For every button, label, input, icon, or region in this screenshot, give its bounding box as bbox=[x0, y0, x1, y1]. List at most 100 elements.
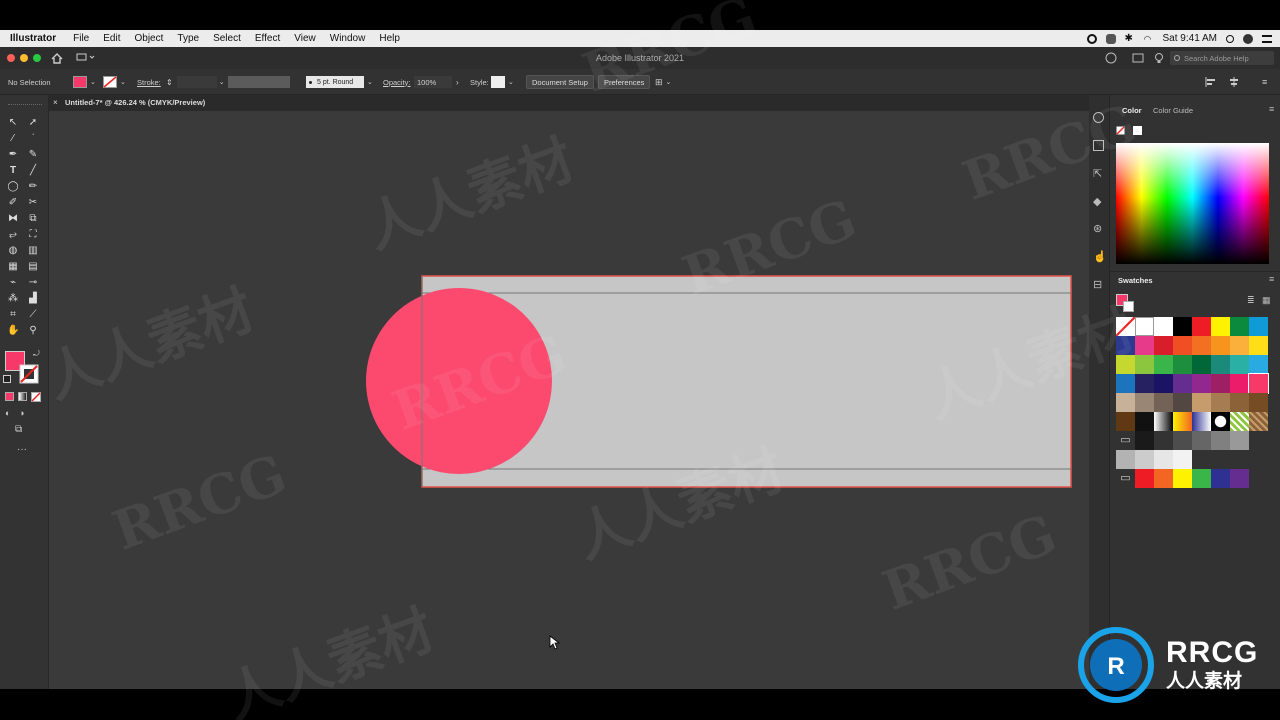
swatch[interactable] bbox=[1249, 317, 1268, 336]
zoom-tool-icon[interactable]: ⚲ bbox=[27, 325, 39, 337]
tab-color[interactable]: Color bbox=[1122, 106, 1142, 115]
swatch-registration[interactable] bbox=[1135, 317, 1154, 336]
opacity-value[interactable]: 100% bbox=[414, 76, 452, 88]
swatch[interactable] bbox=[1192, 317, 1211, 336]
curvature-tool-icon[interactable]: ✎ bbox=[27, 149, 39, 161]
swatch[interactable] bbox=[1230, 374, 1249, 393]
menu-effect[interactable]: Effect bbox=[248, 33, 287, 44]
swatch-gradient[interactable] bbox=[1211, 412, 1230, 431]
stroke-color-box-none[interactable] bbox=[19, 364, 39, 384]
variable-width-profile[interactable] bbox=[228, 75, 290, 89]
graphic-style-swatch[interactable] bbox=[491, 76, 505, 88]
swatch-none[interactable] bbox=[1116, 317, 1135, 336]
swatch[interactable] bbox=[1249, 336, 1268, 355]
creative-cloud-icon[interactable] bbox=[1105, 33, 1116, 44]
swatch[interactable] bbox=[1135, 355, 1154, 374]
free-transform-tool-icon[interactable]: ⛶ bbox=[27, 229, 39, 241]
menu-type[interactable]: Type bbox=[170, 33, 206, 44]
swatch[interactable] bbox=[1154, 355, 1173, 374]
no-stroke-swatch-icon[interactable] bbox=[103, 76, 117, 88]
stroke-label[interactable]: Stroke: bbox=[137, 75, 161, 89]
swatch-gradient[interactable] bbox=[1173, 412, 1192, 431]
swatch[interactable] bbox=[1135, 431, 1154, 450]
stroke-weight-dropdown[interactable] bbox=[176, 76, 217, 88]
swatch[interactable] bbox=[1173, 469, 1192, 488]
menu-view[interactable]: View bbox=[287, 33, 323, 44]
swatch[interactable] bbox=[1116, 355, 1135, 374]
notification-center-icon[interactable] bbox=[1262, 34, 1272, 43]
menu-help[interactable]: Help bbox=[372, 33, 407, 44]
export-icon[interactable]: ⇱ bbox=[1093, 167, 1102, 180]
swap-fill-stroke-icon[interactable]: ⤾ bbox=[33, 349, 40, 359]
magic-wand-tool-icon[interactable]: ⁄ bbox=[7, 133, 19, 145]
gradient-mode-icon[interactable] bbox=[18, 392, 27, 401]
swatch[interactable] bbox=[1135, 469, 1154, 488]
swatch[interactable] bbox=[1211, 374, 1230, 393]
chevron-down-icon[interactable]: ⌄ bbox=[367, 78, 373, 86]
swatch[interactable] bbox=[1154, 450, 1173, 469]
swatch[interactable] bbox=[1230, 393, 1249, 412]
document-setup-button[interactable]: Document Setup bbox=[526, 75, 594, 89]
swatches-title[interactable]: Swatches bbox=[1118, 276, 1153, 285]
control-bar-menu-icon[interactable]: ≡ bbox=[1262, 77, 1267, 87]
variable-width-profile-preview[interactable] bbox=[228, 76, 290, 88]
chevron-down-icon[interactable]: ⌄ bbox=[219, 78, 225, 86]
close-tab-icon[interactable]: × bbox=[53, 98, 58, 107]
color-mode-icon[interactable] bbox=[5, 392, 14, 401]
chevron-down-icon[interactable]: ⌄ bbox=[90, 78, 96, 86]
layers-overlap-icon[interactable] bbox=[1093, 140, 1104, 151]
fill-color-swatch[interactable] bbox=[73, 76, 87, 88]
layers-icon[interactable]: ◆ bbox=[1093, 195, 1101, 208]
blend-tool-icon[interactable]: ⊸ bbox=[27, 277, 39, 289]
chevron-down-icon[interactable]: ⌄ bbox=[120, 78, 126, 86]
scissors-tool-icon[interactable]: ✂ bbox=[27, 197, 39, 209]
discover-lightbulb-icon[interactable] bbox=[1154, 52, 1164, 64]
swatch[interactable] bbox=[1192, 469, 1211, 488]
swatch[interactable] bbox=[1173, 336, 1192, 355]
draw-mode-icon[interactable]: ◐ bbox=[5, 408, 10, 418]
chevron-down-icon[interactable]: ⌄ bbox=[666, 78, 672, 86]
swatch-group-folder-icon[interactable]: ▭ bbox=[1116, 469, 1135, 488]
menu-clock[interactable]: Sat 9:41 AM bbox=[1163, 33, 1217, 44]
menu-app-name[interactable]: Illustrator bbox=[0, 33, 66, 44]
touch-type-icon[interactable]: ☝ bbox=[1093, 250, 1107, 263]
swatch[interactable] bbox=[1173, 431, 1192, 450]
screen-mode-icon[interactable]: ⧉ bbox=[15, 424, 22, 435]
spotlight-search-icon[interactable] bbox=[1226, 34, 1234, 43]
swatch[interactable] bbox=[1192, 393, 1211, 412]
warp-tool-icon[interactable]: ⥂ bbox=[7, 229, 19, 241]
wifi-icon[interactable]: ◠ bbox=[1144, 34, 1154, 44]
swatch[interactable] bbox=[1173, 317, 1192, 336]
hand-tool-icon[interactable]: ✋ bbox=[7, 325, 19, 337]
swatch[interactable] bbox=[1173, 393, 1192, 412]
color-spectrum[interactable] bbox=[1116, 143, 1269, 264]
scale-tool-icon[interactable]: ⧉ bbox=[27, 213, 39, 225]
swatch[interactable] bbox=[1249, 393, 1268, 412]
align-icon[interactable] bbox=[1205, 76, 1217, 88]
edit-toolbar-icon[interactable]: ··· bbox=[17, 444, 27, 455]
swatch[interactable] bbox=[1116, 450, 1135, 469]
swatch[interactable] bbox=[1173, 374, 1192, 393]
swatch[interactable] bbox=[1154, 374, 1173, 393]
swatch[interactable] bbox=[1230, 355, 1249, 374]
swatch[interactable] bbox=[1192, 431, 1211, 450]
mesh-tool-icon[interactable]: ▦ bbox=[7, 261, 19, 273]
arrange-icon[interactable]: ⊞ bbox=[655, 77, 663, 88]
swatch[interactable] bbox=[1211, 431, 1230, 450]
swatch[interactable] bbox=[1230, 336, 1249, 355]
grid-view-icon[interactable]: ▦ bbox=[1262, 295, 1271, 306]
swatch[interactable] bbox=[1154, 336, 1173, 355]
help-search-field[interactable]: Search Adobe Help bbox=[1170, 51, 1274, 65]
swatch[interactable] bbox=[1154, 393, 1173, 412]
swatch[interactable] bbox=[1116, 336, 1135, 355]
menu-edit[interactable]: Edit bbox=[96, 33, 127, 44]
tab-color-guide[interactable]: Color Guide bbox=[1153, 106, 1193, 115]
swatch[interactable] bbox=[1248, 373, 1269, 394]
eyedropper-tool-icon[interactable]: ⌁ bbox=[7, 277, 19, 289]
swatches-panel-menu-icon[interactable]: ≡ bbox=[1269, 274, 1274, 284]
swatch-pattern[interactable] bbox=[1230, 412, 1249, 431]
properties-panel-icon[interactable] bbox=[1093, 112, 1104, 123]
distribute-icon[interactable] bbox=[1228, 76, 1240, 88]
stroke-weight-field[interactable]: ⇕ ⌄ bbox=[166, 75, 225, 89]
direct-selection-tool-icon[interactable]: ➚ bbox=[27, 117, 39, 129]
